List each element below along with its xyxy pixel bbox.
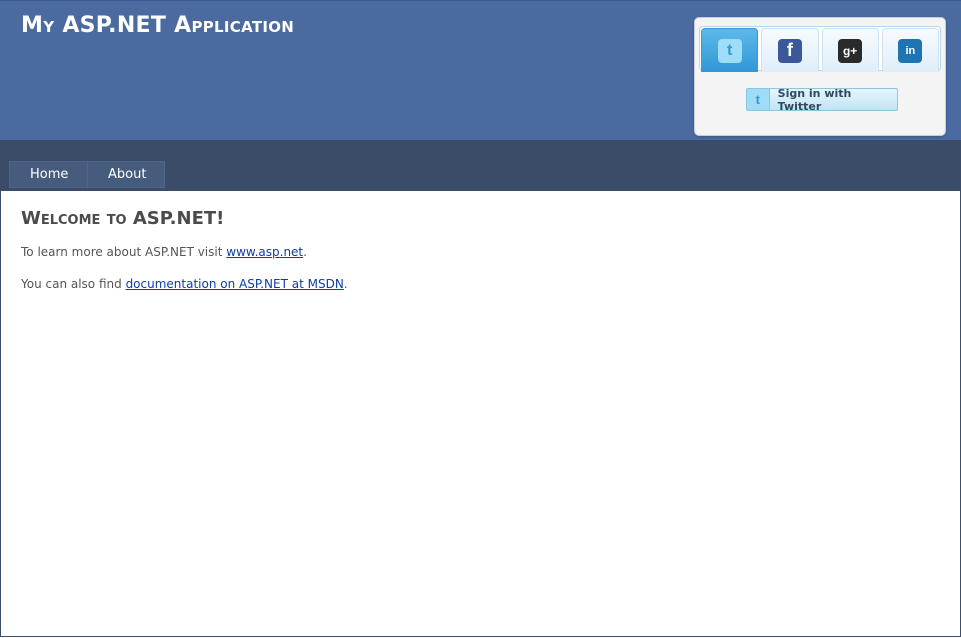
msdn-docs-link[interactable]: documentation on ASP.NET at MSDN — [126, 277, 344, 291]
site-header: My ASP.NET Application t f g+ in t Sign … — [0, 0, 961, 141]
main-content: Welcome to ASP.NET! To learn more about … — [21, 208, 941, 307]
docs-text: You can also find — [21, 277, 126, 291]
intro-suffix: . — [303, 245, 307, 259]
tab-twitter[interactable]: t — [701, 28, 759, 72]
sign-in-with-twitter-button[interactable]: t Sign in with Twitter — [746, 86, 898, 113]
social-login-panel: t f g+ in t Sign in with Twitter — [694, 17, 946, 136]
tab-linkedin[interactable]: in — [881, 28, 939, 72]
nav-bar: Home About — [0, 140, 961, 191]
linkedin-icon: in — [898, 38, 923, 63]
social-provider-tabs: t f g+ in — [699, 26, 941, 72]
facebook-icon: f — [777, 38, 802, 63]
twitter-icon: t — [717, 38, 742, 63]
page-heading: Welcome to ASP.NET! — [21, 208, 225, 229]
tab-facebook[interactable]: f — [761, 28, 819, 72]
intro-text: To learn more about ASP.NET visit — [21, 245, 227, 259]
asp-net-link[interactable]: www.asp.net — [226, 245, 303, 259]
menu-item-about[interactable]: About — [88, 161, 165, 188]
twitter-icon: t — [747, 89, 770, 110]
docs-suffix: . — [343, 277, 348, 291]
docs-paragraph: You can also find documentation on ASP.N… — [21, 275, 941, 293]
main-menu: Home About — [9, 161, 165, 188]
menu-item-home[interactable]: Home — [9, 161, 88, 188]
google-plus-icon: g+ — [838, 38, 863, 63]
tab-google-plus[interactable]: g+ — [821, 28, 879, 72]
sign-in-label: Sign in with Twitter — [777, 86, 852, 113]
intro-paragraph: To learn more about ASP.NET visit www.as… — [21, 243, 941, 261]
site-title: My ASP.NET Application — [21, 13, 295, 38]
